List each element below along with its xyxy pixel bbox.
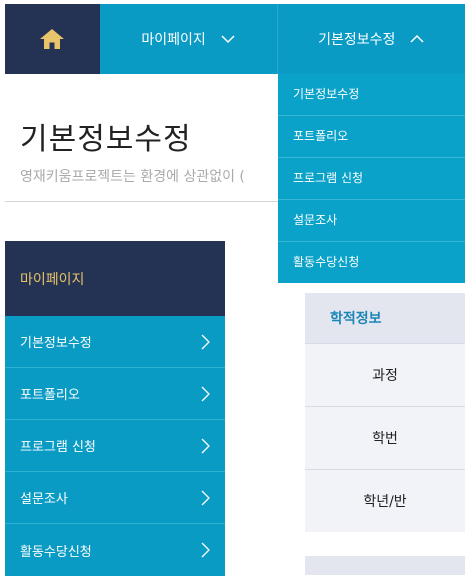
title-divider xyxy=(5,201,278,202)
nav-basic-info[interactable]: 기본정보수정 xyxy=(277,4,465,74)
next-section-header xyxy=(305,556,465,575)
top-nav: 마이페이지 기본정보수정 xyxy=(5,4,465,74)
sidebar-item-basic-info[interactable]: 기본정보수정 xyxy=(5,316,225,368)
sidebar-item-label: 활동수당신청 xyxy=(20,544,92,560)
sidebar-item-label: 기본정보수정 xyxy=(20,336,92,351)
sidebar-item-allowance[interactable]: 활동수당신청 xyxy=(5,524,225,576)
chevron-right-icon xyxy=(201,334,210,349)
table-row: 학년/반 xyxy=(305,469,465,532)
home-button[interactable] xyxy=(5,4,100,74)
sidebar-item-label: 포트폴리오 xyxy=(20,388,80,403)
dropdown-item-survey[interactable]: 설문조사 xyxy=(278,200,465,242)
sidebar-item-label: 설문조사 xyxy=(20,492,68,507)
dropdown-item-portfolio[interactable]: 포트폴리오 xyxy=(278,116,465,158)
nav-basic-info-label: 기본정보수정 xyxy=(318,32,396,48)
sidebar-item-program[interactable]: 프로그램 신청 xyxy=(5,420,225,472)
table-row: 과정 xyxy=(305,343,465,406)
nav-mypage-label: 마이페이지 xyxy=(141,32,206,48)
dropdown-item-basic-info[interactable]: 기본정보수정 xyxy=(278,74,465,116)
side-menu-header: 마이페이지 xyxy=(5,241,225,316)
dropdown-item-program[interactable]: 프로그램 신청 xyxy=(278,158,465,200)
chevron-right-icon xyxy=(201,386,210,401)
dropdown-item-allowance[interactable]: 활동수당신청 xyxy=(278,242,465,283)
sidebar-item-survey[interactable]: 설문조사 xyxy=(5,472,225,524)
side-menu: 마이페이지 기본정보수정 포트폴리오 프로그램 신청 설문조사 활동수당신청 xyxy=(5,241,225,576)
sidebar-item-label: 프로그램 신청 xyxy=(20,440,96,455)
nav-dropdown: 기본정보수정 포트폴리오 프로그램 신청 설문조사 활동수당신청 xyxy=(278,74,465,283)
academic-info-header: 학적정보 xyxy=(305,293,465,343)
table-row: 학번 xyxy=(305,406,465,469)
chevron-right-icon xyxy=(201,542,210,558)
chevron-up-icon xyxy=(410,34,424,43)
chevron-right-icon xyxy=(201,490,210,505)
page-title: 기본정보수정 xyxy=(20,122,192,157)
nav-mypage[interactable]: 마이페이지 xyxy=(99,4,278,74)
page-subtitle: 영재키움프로젝트는 환경에 상관없이 ( xyxy=(20,169,245,185)
chevron-down-icon xyxy=(221,35,235,44)
home-icon xyxy=(40,29,65,49)
academic-info-table: 학적정보 과정 학번 학년/반 xyxy=(305,293,465,532)
chevron-right-icon xyxy=(201,438,210,453)
sidebar-item-portfolio[interactable]: 포트폴리오 xyxy=(5,368,225,420)
